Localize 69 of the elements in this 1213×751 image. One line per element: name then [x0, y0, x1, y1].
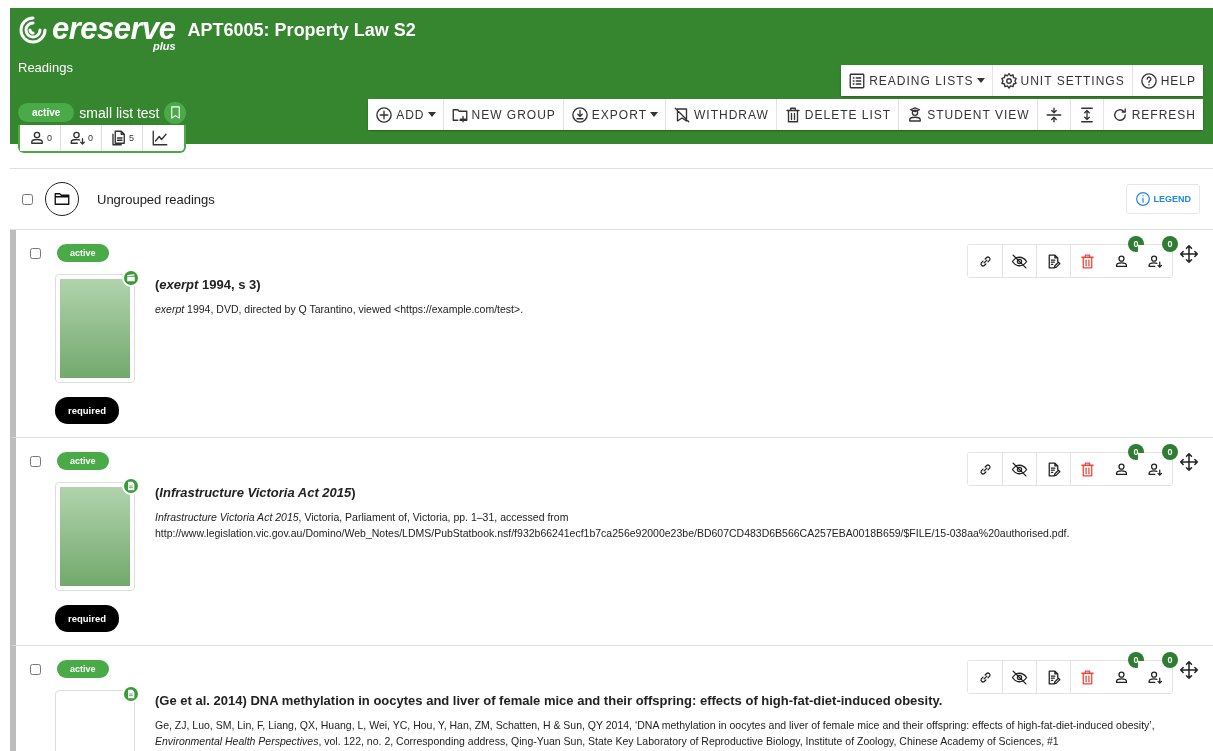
person-download-icon — [69, 129, 87, 147]
eye-slash-icon — [1011, 460, 1028, 478]
legend-button[interactable]: LEGEND — [1126, 184, 1200, 214]
toolbar-button[interactable]: ADD — [368, 99, 443, 130]
status-badge: active — [57, 244, 109, 262]
info-icon — [1135, 191, 1152, 207]
status-badge: active — [57, 452, 109, 470]
person-download-button[interactable] — [1138, 245, 1172, 277]
logo-wordmark: ereserve — [52, 14, 176, 43]
reading-checkbox[interactable] — [30, 247, 41, 259]
toolbar-button[interactable]: NEW GROUP — [442, 99, 563, 130]
reading-checkbox[interactable] — [30, 455, 41, 467]
settings-icon — [999, 71, 1018, 90]
toolbar-button[interactable]: REFRESH — [1102, 99, 1203, 130]
toolbar-button[interactable]: STUDENT VIEW — [898, 99, 1037, 130]
trash-icon — [1079, 252, 1096, 270]
status-badge: active — [18, 103, 75, 122]
logo-subtitle: plus — [152, 40, 176, 52]
count-badge: 0 — [1162, 652, 1178, 668]
requirement-badge: required — [55, 605, 119, 632]
eye-slash-icon — [1011, 668, 1028, 686]
trash-icon — [1079, 460, 1096, 478]
toolbar-button[interactable]: EXPORT — [562, 99, 665, 130]
trash-icon — [783, 105, 802, 124]
count-badge: 0 — [1162, 236, 1178, 252]
bookmark-icon — [168, 105, 183, 120]
count-badge: 0 — [1162, 444, 1178, 460]
collapse-icon — [1044, 105, 1063, 124]
document-icon — [126, 689, 136, 699]
move-icon[interactable] — [1179, 660, 1199, 680]
document-icon — [126, 481, 136, 491]
reading-title: (exerpt 1994, s 3) — [155, 277, 262, 292]
section-title: Readings — [18, 60, 73, 75]
group-checkbox[interactable] — [22, 193, 33, 205]
group-title: Ungrouped readings — [97, 191, 216, 207]
person-icon — [28, 129, 46, 147]
bookmark-slash-icon — [672, 105, 691, 124]
person-download-button[interactable] — [1138, 453, 1172, 485]
toolbar-icon-button[interactable] — [1069, 99, 1103, 130]
toolbar-button[interactable]: READING LISTS — [841, 65, 992, 96]
help-icon — [1139, 71, 1158, 90]
toolbar-button[interactable]: HELP — [1131, 65, 1203, 96]
citation-text: Infrastructure Victoria Act 2015, Victoria, Parliament of, Victoria, pp. 1–31, accessed from http://www.legislation.vic.gov.au/Domino/Web_Notes/LDMS/PubStatbook.nsf/f932b66241ecf1b7ca256e92000e23be/BD607CD483D6B566CA257EBA0018B659/$FILE/15-038aa%20authorised.pdf. — [155, 510, 1071, 541]
requirement-badge: required — [55, 397, 119, 424]
reading-checkbox[interactable] — [30, 663, 41, 675]
logo-icon — [18, 14, 48, 45]
eye-slash-icon — [1011, 252, 1028, 270]
toolbar-button[interactable]: WITHDRAW — [664, 99, 776, 130]
folder-icon — [53, 190, 71, 208]
toolbar-button[interactable]: DELETE LIST — [775, 99, 899, 130]
toolbar-icon-button[interactable] — [1036, 99, 1070, 130]
person-download-button[interactable] — [1138, 661, 1172, 693]
line-chart-icon — [151, 129, 170, 147]
clapperboard-icon — [126, 273, 136, 283]
move-icon[interactable] — [1179, 244, 1199, 264]
trash-icon — [1079, 668, 1096, 686]
citation-text: Ge, ZJ, Luo, SM, Lin, F, Liang, QX, Huang, L, Wei, YC, Hou, Y, Han, ZM, Schatten, H & Sun, QY 2014, ‘DNA methylation in oocytes and liver of female mice and their offspring: effects of high-fat-diet-induced obesity’, Environmental Health Perspectives, vol. 122, no. 2, Corresponding address, Qing-Yuan Sun, State Key Laboratory of Reproductive Biology, Institute of Zoology, Chinese Academy of Sciences, #1 — [155, 718, 1156, 749]
bookmark-button[interactable] — [164, 101, 187, 124]
list-icon — [848, 71, 867, 90]
status-badge: active — [57, 660, 109, 678]
plus-circle-icon — [375, 105, 394, 124]
download-circle-icon — [570, 105, 589, 124]
citation-text: exerpt 1994, DVD, directed by Q Tarantino, viewed <https://example.com/test>. — [155, 302, 525, 317]
list-name: small list test — [79, 104, 160, 121]
reading-title: (Infrastructure Victoria Act 2015) — [155, 485, 357, 500]
move-icon[interactable] — [1179, 452, 1199, 472]
reading-title: (Ge et al. 2014) DNA methylation in oocytes and liver of female mice and their offspring: effects of high-fat-diet-induced obesity. — [155, 693, 944, 708]
toolbar-button[interactable]: UNIT SETTINGS — [991, 65, 1132, 96]
course-title: APT6005: Property Law S2 — [187, 19, 416, 41]
